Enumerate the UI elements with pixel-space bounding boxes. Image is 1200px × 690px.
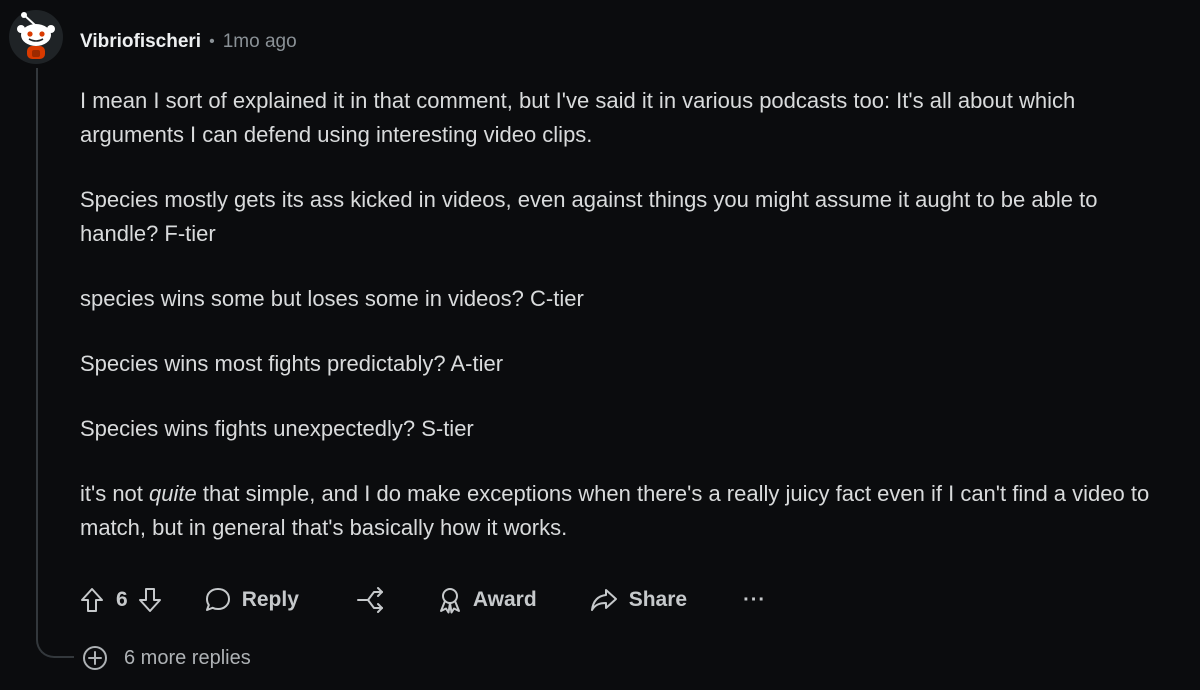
comment-body: I mean I sort of explained it in that co… <box>80 84 1180 545</box>
crosspost-icon <box>356 587 383 613</box>
thread-line[interactable] <box>36 68 38 628</box>
more-options-button[interactable]: ··· <box>743 589 766 612</box>
comment-action-bar: 6 Reply Award Share ··· <box>80 580 766 620</box>
comment-paragraph-last: it's not quite that simple, and I do mak… <box>80 477 1180 545</box>
award-label: Award <box>472 588 537 611</box>
reddit-snoo-avatar-icon <box>9 10 63 64</box>
share-button[interactable]: Share <box>589 586 687 614</box>
more-replies-button[interactable]: 6 more replies <box>80 642 251 674</box>
share-arrow-icon <box>590 589 617 611</box>
meta-separator: • <box>209 33 215 50</box>
thread-connector <box>36 618 74 658</box>
comment-paragraph: species wins some but loses some in vide… <box>80 286 584 311</box>
award-ribbon-icon <box>439 588 460 614</box>
upvote-button[interactable] <box>80 587 104 613</box>
avatar[interactable] <box>8 8 64 66</box>
crosspost-button[interactable] <box>355 586 385 614</box>
vote-count: 6 <box>116 588 128 611</box>
share-label: Share <box>628 588 688 611</box>
comment-paragraph: I mean I sort of explained it in that co… <box>80 88 1076 147</box>
award-button[interactable]: Award <box>437 586 537 614</box>
more-replies-label: 6 more replies <box>124 646 251 669</box>
comment-paragraph: Species mostly gets its ass kicked in vi… <box>80 187 1098 246</box>
comment-header: Vibriofischeri • 1mo ago <box>80 28 297 56</box>
comment-paragraph: Species wins fights unexpectedly? S-tier <box>80 416 474 441</box>
paragraph-text-start: it's not <box>80 481 150 506</box>
downvote-button[interactable] <box>138 587 162 613</box>
timestamp[interactable]: 1mo ago <box>223 31 297 53</box>
plus-circle-icon <box>83 646 107 670</box>
speech-bubble-icon <box>205 588 230 611</box>
reply-label: Reply <box>241 588 299 611</box>
username-link[interactable]: Vibriofischeri <box>80 31 201 53</box>
downvote-arrow-icon <box>138 588 161 612</box>
upvote-arrow-icon <box>81 588 103 612</box>
comment-paragraph: Species wins most fights predictably? A-… <box>80 351 504 376</box>
more-options-icon: ··· <box>743 588 767 611</box>
reply-button[interactable]: Reply <box>204 586 299 614</box>
emphasis-text: quite <box>149 481 197 506</box>
paragraph-text-end: that simple, and I do make exceptions wh… <box>80 481 1150 540</box>
